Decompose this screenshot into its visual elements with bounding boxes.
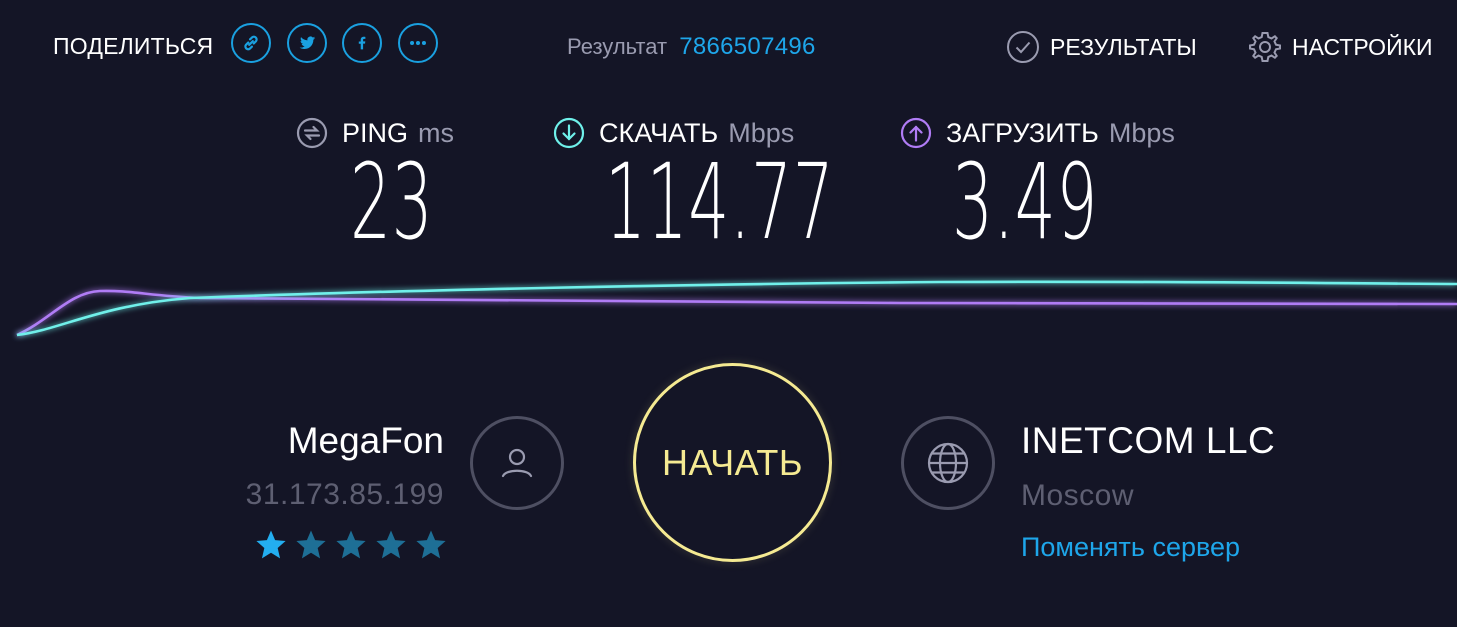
check-circle-icon <box>1007 31 1039 63</box>
star-icon <box>256 530 286 559</box>
isp-ip: 31.173.85.199 <box>245 478 444 511</box>
user-icon <box>501 448 533 478</box>
result-id-link[interactable]: 7866507496 <box>679 33 815 60</box>
upload-unit: Mbps <box>1108 117 1175 148</box>
start-button[interactable]: НАЧАТЬ <box>633 363 832 562</box>
start-button-label: НАЧАТЬ <box>661 441 803 483</box>
isp-user-button[interactable] <box>470 416 564 510</box>
server-globe-button[interactable] <box>901 416 995 510</box>
ping-icon <box>296 117 328 149</box>
upload-icon <box>900 117 932 149</box>
share-facebook-button[interactable] <box>342 23 382 63</box>
share-label: ПОДЕЛИТЬСЯ <box>53 33 214 59</box>
share-more-button[interactable] <box>398 23 438 63</box>
download-value: 114.77 <box>605 141 835 263</box>
share-link-button[interactable] <box>231 23 271 63</box>
star-icon <box>296 530 326 559</box>
change-server-link[interactable]: Поменять сервер <box>1021 532 1240 563</box>
star-icon <box>376 530 406 559</box>
result-label: Результат <box>567 34 668 59</box>
server-name: INETCOM LLC <box>1021 420 1276 461</box>
link-icon <box>244 35 258 51</box>
star-icon <box>336 530 366 559</box>
upload-value: 3.49 <box>952 141 1099 263</box>
more-icon <box>410 40 426 46</box>
globe-icon <box>927 442 969 484</box>
result-info: Результат 7866507496 <box>567 33 816 61</box>
download-icon <box>553 117 585 149</box>
speed-graph <box>16 280 1457 337</box>
twitter-icon <box>299 36 316 49</box>
settings-label: НАСТРОЙКИ <box>1292 33 1433 60</box>
download-speed-line <box>16 280 1457 337</box>
results-label: РЕЗУЛЬТАТЫ <box>1050 33 1197 60</box>
isp-name: MegaFon <box>287 420 444 461</box>
star-icon <box>416 530 446 559</box>
settings-nav-item[interactable]: НАСТРОЙКИ <box>1248 30 1433 64</box>
gear-icon <box>1249 32 1281 62</box>
isp-rating[interactable] <box>254 528 448 562</box>
share-twitter-button[interactable] <box>287 23 327 63</box>
results-nav-item[interactable]: РЕЗУЛЬТАТЫ <box>1006 30 1197 64</box>
server-city: Moscow <box>1021 479 1135 512</box>
facebook-icon <box>358 36 366 50</box>
ping-value: 23 <box>350 141 434 263</box>
